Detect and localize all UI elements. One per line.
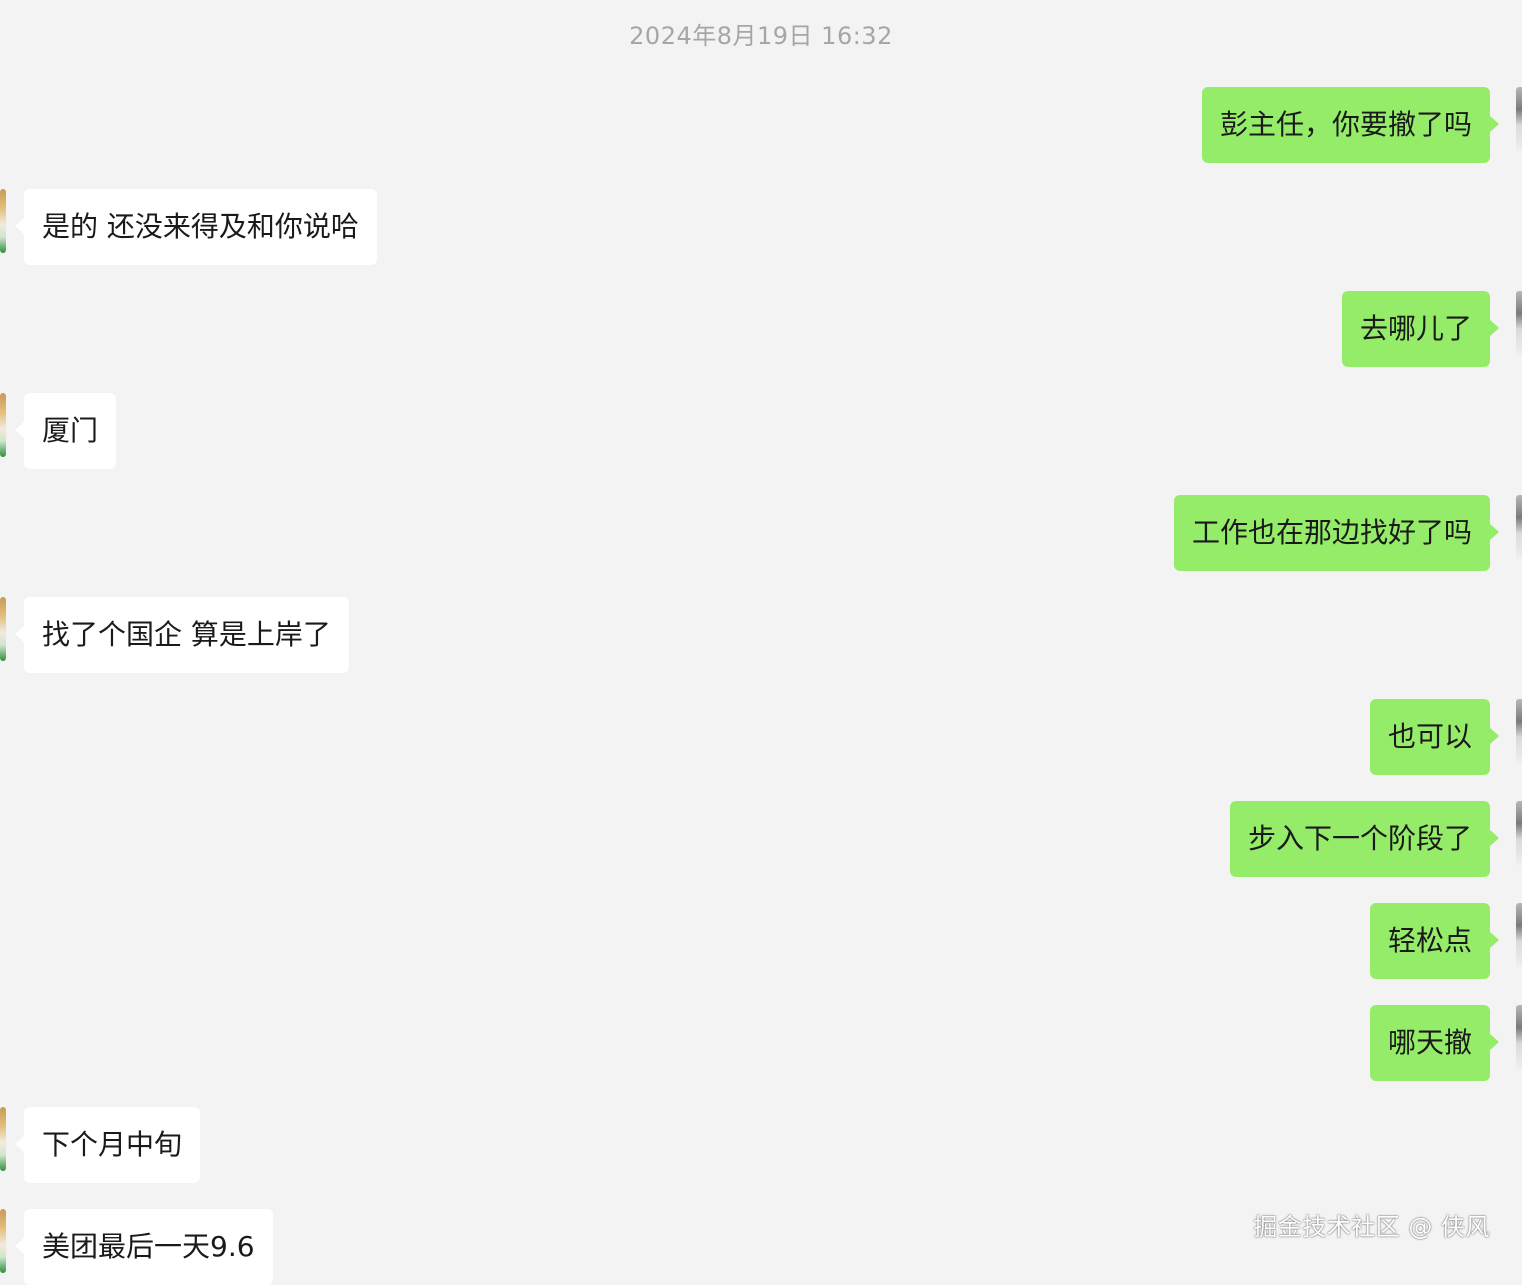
- contact-message-bubble[interactable]: 下个月中旬: [14, 1107, 201, 1183]
- my-avatar[interactable]: [1516, 903, 1522, 967]
- message-row: 也可以: [0, 699, 1522, 775]
- message-row: 工作也在那边找好了吗: [0, 495, 1522, 571]
- message-row: 步入下一个阶段了: [0, 801, 1522, 877]
- my-message-bubble[interactable]: 轻松点: [1369, 903, 1500, 979]
- my-message-bubble[interactable]: 工作也在那边找好了吗: [1173, 495, 1500, 571]
- contact-avatar[interactable]: [0, 597, 6, 661]
- message-row: 是的 还没来得及和你说哈: [0, 189, 1522, 265]
- my-avatar[interactable]: [1516, 87, 1522, 151]
- message-row: 下个月中旬: [0, 1107, 1522, 1183]
- watermark: 掘金技术社区 @ 侠风: [1253, 1213, 1490, 1241]
- my-avatar[interactable]: [1516, 291, 1522, 355]
- my-avatar[interactable]: [1516, 699, 1522, 763]
- my-message-bubble[interactable]: 彭主任，你要撤了吗: [1201, 87, 1500, 163]
- contact-avatar[interactable]: [0, 1107, 6, 1171]
- contact-avatar[interactable]: [0, 189, 6, 253]
- contact-message-bubble[interactable]: 找了个国企 算是上岸了: [15, 597, 349, 673]
- message-row: 轻松点: [0, 903, 1522, 979]
- message-row: 找了个国企 算是上岸了: [0, 597, 1522, 673]
- contact-message-bubble[interactable]: 美团最后一天9.6: [15, 1209, 273, 1285]
- contact-avatar[interactable]: [0, 393, 6, 457]
- contact-message-bubble[interactable]: 是的 还没来得及和你说哈: [15, 189, 377, 265]
- message-row: 彭主任，你要撤了吗: [0, 87, 1522, 163]
- message-row: 去哪儿了: [0, 291, 1522, 367]
- my-message-bubble[interactable]: 也可以: [1369, 699, 1500, 775]
- message-row: 哪天撤: [0, 1005, 1522, 1081]
- my-avatar[interactable]: [1516, 495, 1522, 559]
- my-message-bubble[interactable]: 步入下一个阶段了: [1229, 801, 1500, 877]
- my-message-bubble[interactable]: 去哪儿了: [1341, 291, 1500, 367]
- my-message-bubble[interactable]: 哪天撤: [1369, 1005, 1500, 1081]
- chat-timestamp: 2024年8月19日 16:32: [629, 22, 893, 50]
- contact-avatar[interactable]: [0, 1209, 6, 1273]
- message-row: 厦门: [0, 393, 1522, 469]
- my-avatar[interactable]: [1516, 1005, 1522, 1069]
- my-avatar[interactable]: [1516, 801, 1522, 865]
- contact-message-bubble[interactable]: 厦门: [14, 393, 117, 469]
